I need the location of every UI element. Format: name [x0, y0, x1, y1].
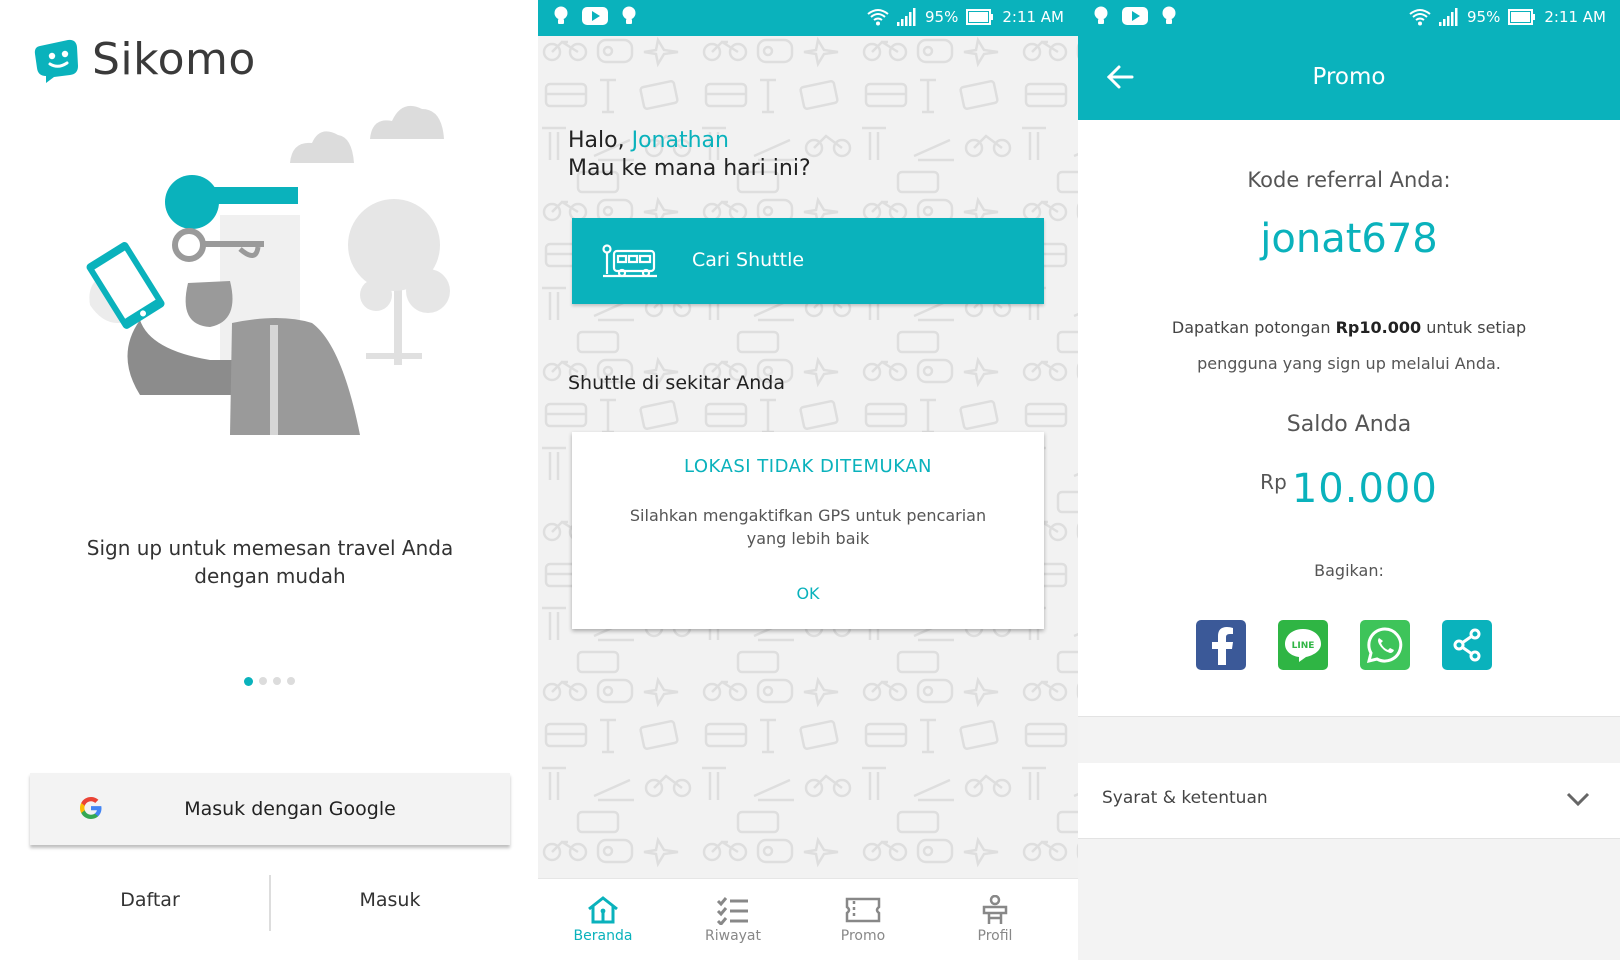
- app-logo: Sikomo: [32, 34, 256, 85]
- status-bar: 95% 2:11 AM: [538, 0, 1078, 36]
- onboarding-screen: Sikomo Sign up untuk memesan travel Anda…: [0, 0, 538, 960]
- whatsapp-icon: [1366, 627, 1403, 664]
- dialog-title: LOKASI TIDAK DITEMUKAN: [683, 456, 932, 477]
- generic-share-button[interactable]: [1442, 620, 1492, 670]
- login-button[interactable]: Masuk: [270, 889, 510, 911]
- desc-amount: Rp10.000: [1335, 318, 1422, 337]
- desc-suffix: untuk setiap: [1421, 318, 1527, 337]
- bulb-icon: [622, 6, 636, 24]
- profile-icon: [982, 895, 1008, 924]
- nav-riwayat[interactable]: Riwayat: [688, 895, 778, 944]
- bulb-icon: [1162, 6, 1176, 24]
- greeting-question: Mau ke mana hari ini?: [568, 156, 811, 181]
- page-dot-1[interactable]: [244, 676, 253, 686]
- referral-description: Dapatkan potongan Rp10.000 untuk setiap …: [1148, 310, 1550, 382]
- nav-promo[interactable]: Promo: [818, 895, 908, 944]
- user-name: Jonathan: [631, 128, 729, 153]
- dialog-message: Silahkan mengaktifkan GPS untuk pencaria…: [629, 506, 987, 548]
- google-icon: [80, 797, 102, 819]
- bulb-icon: [1094, 6, 1108, 24]
- balance-label: Saldo Anda: [1286, 412, 1412, 437]
- page-indicator[interactable]: [244, 676, 295, 686]
- line-icon: LINE: [1285, 629, 1321, 662]
- bottom-navigation: Beranda Riwayat Promo Profil: [538, 878, 1078, 960]
- empty-area: [1078, 839, 1620, 960]
- page-dot-4[interactable]: [287, 677, 295, 685]
- balance: Rp 10.000: [1078, 466, 1620, 512]
- page-dot-3[interactable]: [273, 677, 281, 685]
- desc-prefix: Dapatkan potongan: [1171, 318, 1336, 337]
- clock: 2:11 AM: [1002, 8, 1064, 26]
- search-shuttle-label: Cari Shuttle: [692, 249, 805, 271]
- greeting-text: Halo,: [568, 128, 632, 153]
- wifi-icon: [867, 9, 889, 26]
- ticket-icon: [845, 897, 881, 923]
- facebook-icon: [1212, 627, 1233, 665]
- register-button[interactable]: Daftar: [30, 889, 270, 911]
- dialog-ok-button[interactable]: OK: [572, 584, 1044, 603]
- signal-icon: [1439, 8, 1458, 26]
- nav-beranda[interactable]: Beranda: [558, 895, 648, 944]
- auth-links: Daftar Masuk: [30, 875, 510, 931]
- nav-label: Profil: [977, 928, 1013, 944]
- referral-label: Kode referral Anda:: [1247, 168, 1451, 192]
- search-shuttle-button[interactable]: Cari Shuttle: [572, 218, 1044, 304]
- nav-label: Promo: [840, 928, 886, 944]
- greeting: Halo, Jonathan Mau ke mana hari ini?: [568, 127, 811, 183]
- svg-text:LINE: LINE: [1292, 641, 1315, 651]
- battery-icon: [1508, 9, 1536, 25]
- youtube-icon: [582, 7, 608, 25]
- youtube-icon: [1122, 7, 1148, 25]
- balance-currency: Rp: [1260, 470, 1287, 494]
- home-icon: [588, 896, 618, 924]
- nav-profil[interactable]: Profil: [950, 895, 1040, 944]
- section-divider: [1078, 716, 1620, 764]
- nav-label: Riwayat: [705, 928, 761, 944]
- shuttle-bus-icon: [602, 244, 657, 278]
- tagline: Sign up untuk memesan travel Anda dengan…: [86, 536, 454, 588]
- share-buttons: LINE: [1196, 620, 1492, 670]
- home-screen: 95% 2:11 AM Halo, Jonathan Mau ke mana h…: [538, 0, 1078, 960]
- app-bar: Promo: [1078, 36, 1620, 120]
- signal-icon: [897, 8, 916, 26]
- battery-icon: [966, 9, 994, 25]
- list-icon: [716, 897, 748, 925]
- terms-label: Syarat & ketentuan: [1102, 788, 1268, 808]
- page-title: Promo: [1312, 64, 1386, 90]
- line-share-button[interactable]: LINE: [1278, 620, 1328, 670]
- referral-code[interactable]: jonat678: [1078, 216, 1620, 262]
- terms-accordion[interactable]: Syarat & ketentuan: [1078, 763, 1620, 839]
- chevron-down-icon: [1566, 792, 1590, 807]
- whatsapp-share-button[interactable]: [1360, 620, 1410, 670]
- page-dot-2[interactable]: [259, 677, 267, 685]
- balance-amount: 10.000: [1291, 466, 1438, 512]
- app-name: Sikomo: [92, 34, 256, 85]
- sikomo-logo-icon: [34, 39, 78, 83]
- nearby-shuttle-title: Shuttle di sekitar Anda: [568, 372, 785, 394]
- share-icon: [1453, 628, 1481, 662]
- share-label: Bagikan:: [1314, 561, 1384, 580]
- facebook-share-button[interactable]: [1196, 620, 1246, 670]
- location-not-found-dialog: LOKASI TIDAK DITEMUKAN Silahkan mengakti…: [572, 432, 1044, 629]
- battery-percent: 95%: [1467, 8, 1501, 26]
- promo-screen: 95% 2:11 AM Promo Kode referral Anda: jo…: [1078, 0, 1620, 960]
- wifi-icon: [1409, 9, 1431, 26]
- desc-line2: pengguna yang sign up melalui Anda.: [1197, 354, 1501, 373]
- nav-label: Beranda: [573, 928, 633, 944]
- bulb-icon: [554, 6, 568, 24]
- clock: 2:11 AM: [1544, 8, 1606, 26]
- battery-percent: 95%: [925, 8, 959, 26]
- traveler-illustration: [86, 105, 450, 435]
- google-signin-button[interactable]: Masuk dengan Google: [30, 773, 510, 845]
- status-bar: 95% 2:11 AM: [1078, 0, 1620, 36]
